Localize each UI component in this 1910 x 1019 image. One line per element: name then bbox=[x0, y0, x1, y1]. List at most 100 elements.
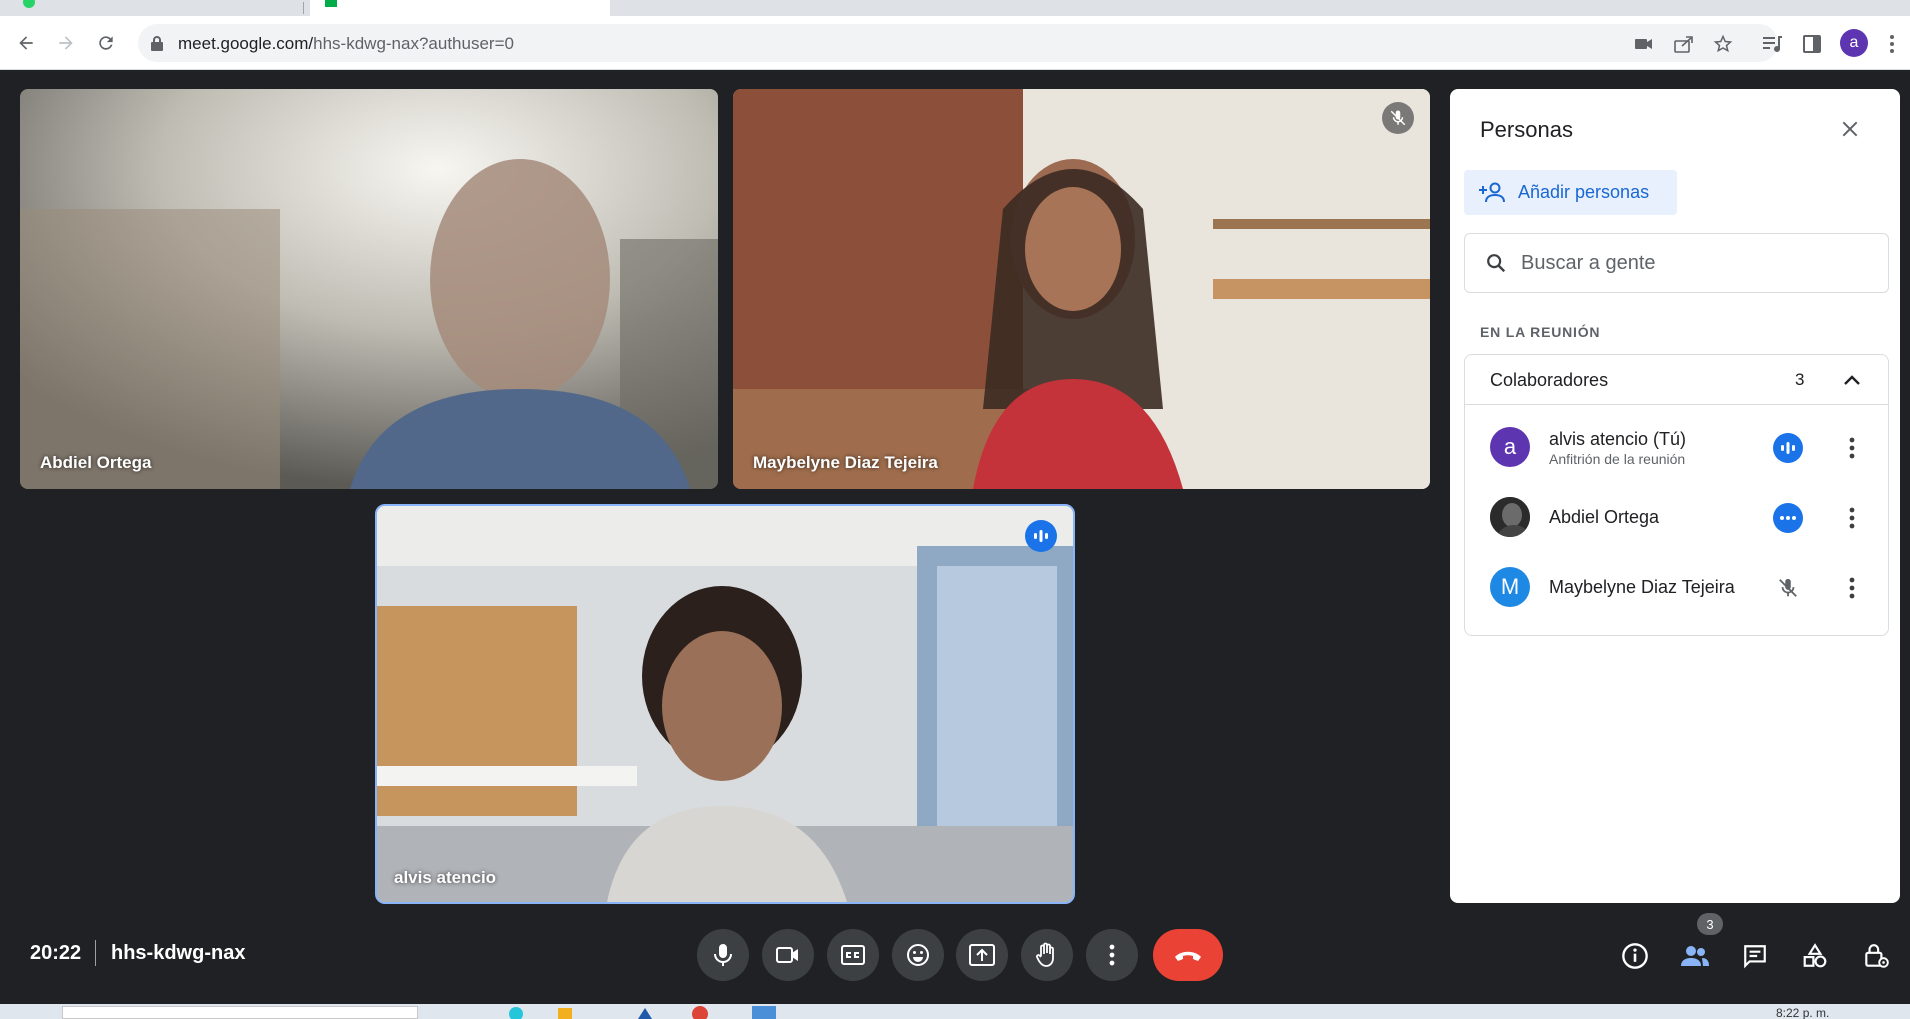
side-panel-icon[interactable] bbox=[1800, 32, 1824, 56]
add-person-icon bbox=[1479, 182, 1505, 202]
browser-toolbar: meet.google.com/hhs-kdwg-nax?authuser=0 … bbox=[0, 16, 1910, 70]
share-icon[interactable] bbox=[1673, 33, 1695, 55]
search-input[interactable] bbox=[1521, 251, 1841, 275]
lock-icon[interactable] bbox=[150, 35, 164, 51]
close-icon bbox=[1842, 121, 1858, 137]
participant-name: Maybelyne Diaz Tejeira bbox=[753, 453, 938, 472]
speaking-indicator-badge bbox=[1773, 433, 1803, 463]
bookmark-star-icon[interactable] bbox=[1712, 33, 1734, 55]
raise-hand-button[interactable] bbox=[1021, 929, 1073, 981]
camera-icon bbox=[776, 947, 798, 963]
people-button[interactable] bbox=[1675, 936, 1715, 976]
participant-role: Anfitrión de la reunión bbox=[1549, 451, 1686, 467]
hang-up-icon bbox=[1175, 951, 1201, 961]
mic-off-status[interactable] bbox=[1773, 573, 1803, 603]
kebab-menu-icon bbox=[1849, 507, 1855, 529]
participant-status-badge bbox=[1773, 503, 1803, 533]
chevron-up-icon bbox=[1844, 375, 1860, 385]
participant-name: Abdiel Ortega bbox=[40, 453, 152, 472]
audio-level-icon bbox=[1781, 442, 1795, 454]
participant-options-button[interactable] bbox=[1837, 433, 1867, 463]
whatsapp-icon bbox=[23, 0, 35, 8]
more-options-button[interactable] bbox=[1086, 929, 1138, 981]
mic-off-badge bbox=[1382, 102, 1414, 134]
participant-row-name: Maybelyne Diaz Tejeira bbox=[1549, 577, 1735, 597]
group-label: Colaboradores bbox=[1490, 370, 1609, 390]
kebab-menu-icon bbox=[1109, 944, 1115, 966]
section-label: EN LA REUNIÓN bbox=[1480, 324, 1601, 340]
participant-row[interactable]: M Maybelyne Diaz Tejeira bbox=[1465, 555, 1888, 621]
close-panel-button[interactable] bbox=[1832, 111, 1868, 147]
camera-button[interactable] bbox=[762, 929, 814, 981]
reload-icon bbox=[99, 36, 113, 50]
present-screen-button[interactable] bbox=[956, 929, 1008, 981]
emoji-icon bbox=[907, 944, 929, 966]
people-search[interactable] bbox=[1464, 233, 1889, 293]
present-screen-icon bbox=[969, 944, 995, 966]
host-controls-button[interactable] bbox=[1856, 936, 1896, 976]
panel-title: Personas bbox=[1480, 117, 1573, 142]
captions-button[interactable] bbox=[827, 929, 879, 981]
taskbar-app-icon bbox=[638, 1008, 652, 1019]
meeting-details-button[interactable] bbox=[1615, 936, 1655, 976]
meeting-time: 20:22 bbox=[30, 942, 82, 964]
collapse-group-button[interactable] bbox=[1837, 365, 1867, 395]
search-icon bbox=[1487, 254, 1506, 273]
forward-arrow-icon bbox=[59, 36, 73, 50]
mic-off-icon bbox=[1779, 578, 1797, 597]
video-tile-alvis[interactable]: alvis atencio bbox=[375, 504, 1075, 904]
meeting-code: hhs-kdwg-nax bbox=[111, 942, 246, 964]
video-tile-abdiel[interactable]: Abdiel Ortega bbox=[20, 89, 718, 489]
participant-row-name: Abdiel Ortega bbox=[1549, 507, 1660, 527]
tab-other[interactable] bbox=[612, 0, 912, 16]
kebab-menu-icon bbox=[1849, 577, 1855, 599]
taskbar-folder-icon bbox=[558, 1008, 572, 1019]
activities-shapes-icon bbox=[1803, 943, 1827, 968]
microphone-button[interactable] bbox=[697, 929, 749, 981]
camera-blocked-icon[interactable] bbox=[1633, 33, 1655, 55]
video-feed-maybelyne bbox=[733, 89, 1430, 489]
participant-row[interactable]: Abdiel Ortega bbox=[1465, 485, 1888, 551]
more-dots-icon bbox=[1780, 516, 1796, 520]
address-bar[interactable]: meet.google.com/hhs-kdwg-nax?authuser=0 bbox=[138, 24, 1778, 62]
taskbar-chrome-icon bbox=[692, 1006, 708, 1019]
taskbar-app-icon[interactable] bbox=[752, 1006, 776, 1019]
taskbar-clock: 8:22 p. m. bbox=[1776, 1006, 1830, 1019]
meet-tab-icon bbox=[325, 0, 337, 7]
tab-strip bbox=[0, 0, 1910, 16]
closed-captions-icon bbox=[841, 945, 865, 965]
add-people-button[interactable]: Añadir personas bbox=[1464, 170, 1677, 215]
info-icon bbox=[1622, 943, 1648, 969]
people-icon bbox=[1681, 946, 1709, 966]
avatar bbox=[1490, 497, 1530, 537]
kebab-menu-icon[interactable] bbox=[1880, 32, 1904, 56]
participant-name: alvis atencio bbox=[394, 868, 497, 887]
microphone-icon bbox=[714, 944, 732, 966]
profile-avatar[interactable]: a bbox=[1840, 29, 1868, 57]
reload-button[interactable] bbox=[92, 29, 120, 57]
tab-whatsapp[interactable] bbox=[0, 0, 300, 16]
mic-off-icon bbox=[1390, 110, 1406, 126]
activities-button[interactable] bbox=[1795, 936, 1835, 976]
chat-button[interactable] bbox=[1735, 936, 1775, 976]
tab-meet[interactable] bbox=[310, 0, 610, 16]
collaborators-header[interactable]: Colaboradores 3 bbox=[1465, 355, 1888, 405]
speaking-indicator-badge bbox=[1025, 520, 1057, 552]
group-count: 3 bbox=[1795, 370, 1805, 389]
url-text[interactable]: meet.google.com/hhs-kdwg-nax?authuser=0 bbox=[178, 34, 514, 54]
taskbar-apps bbox=[509, 1006, 708, 1019]
video-tile-maybelyne[interactable]: Maybelyne Diaz Tejeira bbox=[733, 89, 1430, 489]
participant-row[interactable]: a alvis atencio (Tú) Anfitrión de la reu… bbox=[1465, 415, 1888, 481]
participant-options-button[interactable] bbox=[1837, 573, 1867, 603]
add-people-label: Añadir personas bbox=[1518, 182, 1650, 202]
profile-photo bbox=[1490, 497, 1530, 537]
reactions-button[interactable] bbox=[892, 929, 944, 981]
video-feed-abdiel bbox=[20, 89, 718, 489]
taskbar-search[interactable] bbox=[62, 1006, 418, 1019]
media-control-icon[interactable] bbox=[1760, 32, 1784, 56]
forward-button[interactable] bbox=[52, 29, 80, 57]
back-button[interactable] bbox=[12, 29, 40, 57]
leave-call-button[interactable] bbox=[1153, 929, 1223, 981]
participant-options-button[interactable] bbox=[1837, 503, 1867, 533]
collaborators-group: Colaboradores 3 a alvis atencio (Tú) Anf… bbox=[1464, 354, 1889, 636]
